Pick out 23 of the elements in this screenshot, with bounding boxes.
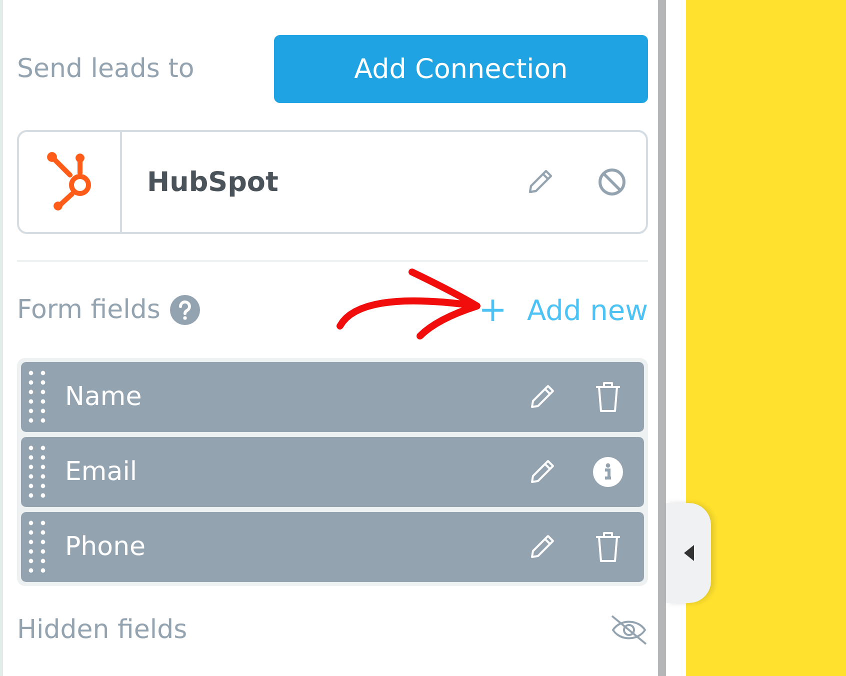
drag-handle-icon[interactable]: [27, 444, 47, 500]
send-leads-label: Send leads to: [17, 54, 194, 84]
connection-name: HubSpot: [146, 166, 280, 198]
scrollbar[interactable]: [658, 0, 666, 676]
hidden-eye-icon[interactable]: [610, 614, 648, 646]
form-fields-label: Form fields: [17, 295, 160, 325]
field-name: Email: [64, 457, 138, 487]
field-name: Phone: [64, 532, 147, 562]
hub-logo-icon: [46, 151, 94, 213]
field-name: Name: [64, 382, 143, 412]
add-connection-button[interactable]: Add Connection: [274, 35, 648, 103]
drag-handle-icon[interactable]: [27, 519, 47, 575]
info-icon[interactable]: [592, 456, 624, 488]
collapse-panel-tab[interactable]: [666, 503, 711, 603]
hidden-fields-label: Hidden fields: [17, 615, 188, 645]
drag-handle-icon[interactable]: [27, 369, 47, 425]
form-field-row[interactable]: Email: [21, 437, 644, 507]
disable-icon[interactable]: [596, 166, 628, 198]
add-new-link[interactable]: + Add new: [478, 290, 648, 330]
form-field-row[interactable]: Phone: [21, 512, 644, 582]
help-icon[interactable]: [170, 295, 200, 325]
form-field-row[interactable]: Name: [21, 362, 644, 432]
caret-icon: [684, 545, 694, 561]
